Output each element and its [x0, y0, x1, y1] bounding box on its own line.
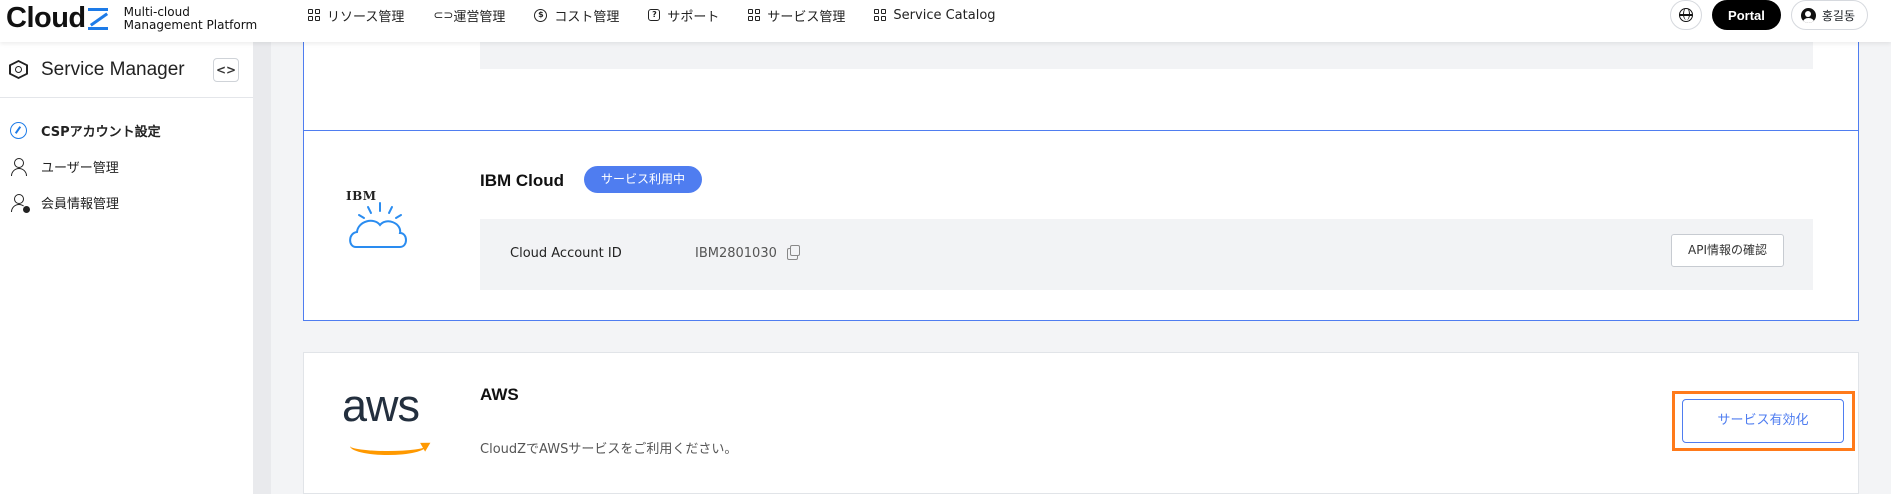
- api-info-button[interactable]: API情報の確認: [1671, 234, 1784, 267]
- nav-item-support[interactable]: ? サポート: [648, 6, 719, 25]
- brand-logo[interactable]: Cloud Multi-cloud Management Platform: [6, 2, 257, 35]
- user-name: 홍길동: [1821, 8, 1855, 23]
- account-id-value: IBM2801030: [695, 244, 800, 261]
- portal-button[interactable]: Portal: [1712, 0, 1781, 30]
- main-nav: リソース管理 ⊂⊃ 運営管理 $ コスト管理 ? サポート サービス管理 Ser…: [308, 0, 1025, 30]
- sidebar: Service Manager <> CSPアカウント設定 ユーザー管理 会員情…: [0, 42, 253, 494]
- link-icon: ⊂⊃: [433, 7, 454, 22]
- account-info-box: Cloud Account ID IBM2801030 API情報の確認: [480, 219, 1813, 290]
- provider-description: CloudZでAWSサービスをご利用ください。: [480, 442, 738, 457]
- provider-card-aws: aws AWS CloudZでAWSサービスをご利用ください。 サービス有効化: [303, 352, 1859, 494]
- user-gear-icon: [10, 193, 30, 213]
- provider-card-ibm: IBM IBM Cloud サービス利用中 Cloud Account ID I…: [303, 130, 1859, 321]
- sidebar-item-user-management[interactable]: ユーザー管理: [0, 148, 253, 184]
- provider-name-ibm: IBM Cloud: [480, 171, 565, 190]
- nav-item-label: 運営管理: [453, 9, 506, 25]
- ibm-cloud-logo: IBM: [342, 189, 422, 269]
- top-right-actions: Portal 홍길동: [1670, 0, 1868, 30]
- nav-item-label: コスト管理: [554, 9, 620, 25]
- aws-logo-text: aws: [342, 380, 420, 431]
- aws-smile-icon: [350, 437, 426, 455]
- sidebar-item-label: ユーザー管理: [41, 160, 119, 176]
- nav-item-label: Service Catalog: [893, 7, 996, 23]
- main-content[interactable]: IBM IBM Cloud サービス利用中 Cloud Account ID I…: [271, 40, 1891, 494]
- nav-item-operations[interactable]: ⊂⊃ 運営管理: [433, 6, 505, 25]
- key-icon: [10, 121, 27, 139]
- nav-item-service-management[interactable]: サービス管理: [748, 6, 845, 25]
- provider-card-previous: [303, 40, 1859, 139]
- nav-item-resource[interactable]: リソース管理: [308, 6, 404, 25]
- aws-logo: aws: [342, 380, 452, 455]
- cloudz-logo: Cloud: [6, 2, 108, 35]
- copy-icon[interactable]: [786, 244, 800, 260]
- user-avatar-icon: [1800, 7, 1816, 23]
- sidebar-item-label: CSPアカウント設定: [41, 124, 161, 140]
- grid-plus-icon: [874, 9, 887, 21]
- brand-subtitle-line1: Multi-cloud: [123, 4, 190, 19]
- sidebar-menu: CSPアカウント設定 ユーザー管理 会員情報管理: [0, 98, 253, 220]
- collapse-sidebar-button[interactable]: <>: [213, 58, 239, 82]
- brand-subtitle-line2: Management Platform: [123, 17, 258, 32]
- dollar-icon: $: [534, 8, 548, 22]
- user-icon: [10, 157, 27, 176]
- nav-item-label: リソース管理: [327, 9, 405, 25]
- language-button[interactable]: [1670, 0, 1703, 30]
- brand-subtitle: Multi-cloud Management Platform: [123, 4, 258, 32]
- sidebar-item-label: 会員情報管理: [41, 196, 120, 212]
- nav-item-label: サポート: [667, 9, 720, 25]
- account-id-label: Cloud Account ID: [510, 246, 622, 261]
- status-badge: サービス利用中: [584, 166, 703, 193]
- user-menu-button[interactable]: 홍길동: [1790, 0, 1868, 30]
- account-info-box: [480, 41, 1813, 69]
- top-navigation-bar: Cloud Multi-cloud Management Platform リソ…: [0, 0, 1891, 42]
- globe-icon: [1679, 8, 1694, 22]
- sidebar-title: Service Manager: [41, 58, 185, 80]
- sidebar-item-member-info[interactable]: 会員情報管理: [0, 184, 253, 220]
- nav-item-service-catalog[interactable]: Service Catalog: [874, 7, 996, 23]
- help-icon: ?: [648, 9, 661, 21]
- grid-icon: [308, 9, 320, 21]
- grid-plus-icon: [748, 9, 761, 21]
- hexagon-settings-icon: [9, 60, 28, 79]
- nav-item-label: サービス管理: [767, 9, 846, 25]
- account-id-text: IBM2801030: [695, 246, 777, 261]
- provider-name-aws: AWS: [480, 385, 519, 404]
- sidebar-divider: [253, 42, 271, 494]
- enable-service-button[interactable]: サービス有効化: [1682, 399, 1844, 443]
- nav-item-cost[interactable]: $ コスト管理: [534, 6, 619, 25]
- sidebar-header: Service Manager <>: [0, 42, 253, 98]
- sidebar-item-csp-account[interactable]: CSPアカウント設定: [0, 112, 253, 148]
